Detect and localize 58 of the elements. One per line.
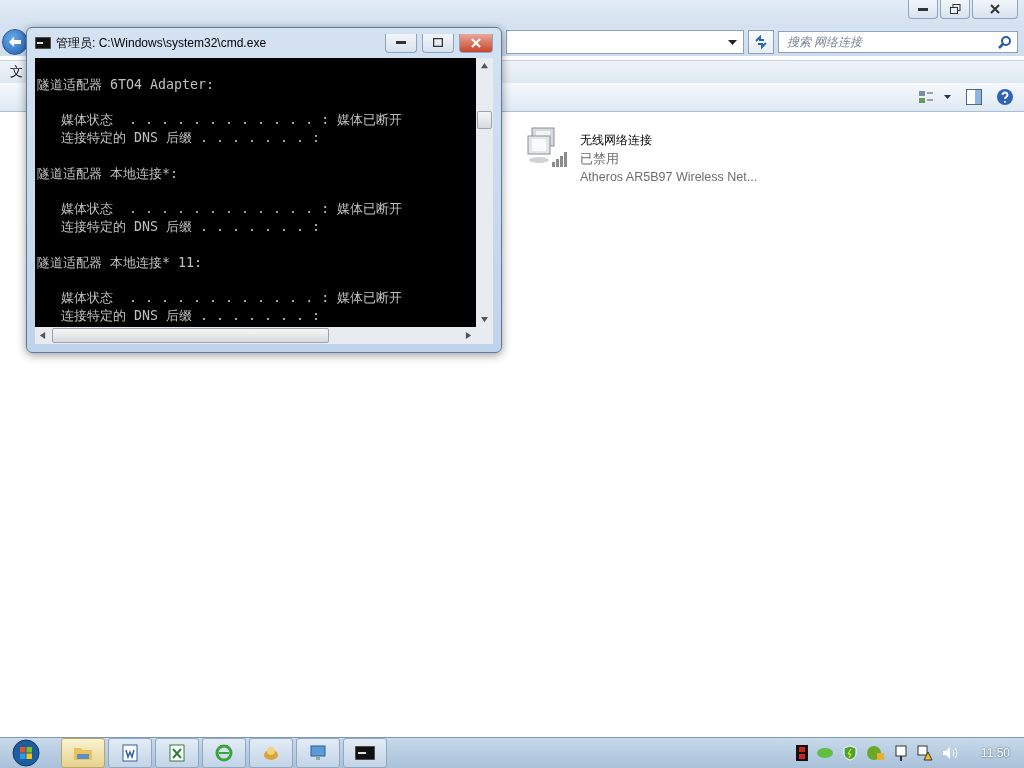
window-title: 管理员: C:\Windows\system32\cmd.exe [56,34,268,52]
maximize-button[interactable] [422,33,454,53]
console-icon [35,37,51,49]
folder-icon [73,745,93,761]
minimize-icon [918,7,928,11]
refresh-icon [754,35,768,49]
view-options-icon[interactable] [918,89,952,105]
console-line: 隧道适配器 本地连接* 11: [37,254,204,272]
back-arrow-icon [8,36,22,48]
restore-icon [949,4,961,14]
console-line: 隧道适配器 6TO4 Adapter: [37,76,216,94]
vertical-scrollbar[interactable] [476,58,493,327]
scroll-right-icon[interactable] [465,332,472,339]
menu-item[interactable]: 文 [10,63,23,81]
minimize-icon [396,41,406,44]
network-warning-icon[interactable] [916,745,933,761]
console-line: 连接特定的 DNS 后缀 . . . . . . . : [60,218,322,236]
restore-button[interactable] [940,0,970,19]
connection-device: Atheros AR5B97 Wireless Net... [580,170,758,184]
search-field[interactable]: 搜索 网络连接 [778,31,1018,53]
refresh-button[interactable] [748,30,774,54]
browser-e-icon [215,744,233,762]
back-button[interactable] [2,29,28,55]
console-line: 媒体状态 . . . . . . . . . . . . : 媒体已断开 [60,111,404,129]
console-icon [355,746,375,760]
taskbar-button[interactable] [343,738,387,768]
minimize-button[interactable] [385,33,417,53]
console-line: 媒体状态 . . . . . . . . . . . . : 媒体已断开 [60,200,404,218]
document-w-icon [121,744,139,762]
search-icon[interactable] [998,36,1011,49]
spreadsheet-x-icon [168,744,186,762]
console-line: 连接特定的 DNS 后缀 . . . . . . . : [60,307,322,325]
power-plug-icon[interactable] [893,745,908,761]
close-button[interactable] [459,33,493,53]
shield-icon[interactable] [841,745,858,761]
address-field[interactable] [506,30,744,54]
maximize-icon [433,38,443,47]
close-button[interactable] [972,0,1018,19]
connection-status: 已禁用 [580,151,620,168]
horizontal-scrollbar[interactable] [35,327,476,344]
console-line: 媒体状态 . . . . . . . . . . . . : 媒体已断开 [60,289,404,307]
help-icon[interactable] [996,88,1014,106]
scroll-left-icon[interactable] [39,332,46,339]
status-dot-icon[interactable] [816,748,833,758]
close-icon [990,4,1000,14]
preview-pane-icon[interactable] [966,89,982,105]
connection-name: 无线网络连接 [580,132,653,149]
app-icon [262,744,280,762]
scroll-thumb[interactable] [52,328,329,343]
film-icon[interactable] [795,745,808,761]
minimize-button[interactable] [908,0,938,19]
close-icon [471,37,481,48]
console-line: 隧道适配器 本地连接*: [37,165,180,183]
scroll-thumb[interactable] [477,111,492,129]
monitor-icon [309,744,327,762]
console-line: 连接特定的 DNS 后缀 . . . . . . . : [60,129,322,147]
scroll-up-icon[interactable] [481,62,488,69]
scroll-down-icon[interactable] [481,316,488,323]
